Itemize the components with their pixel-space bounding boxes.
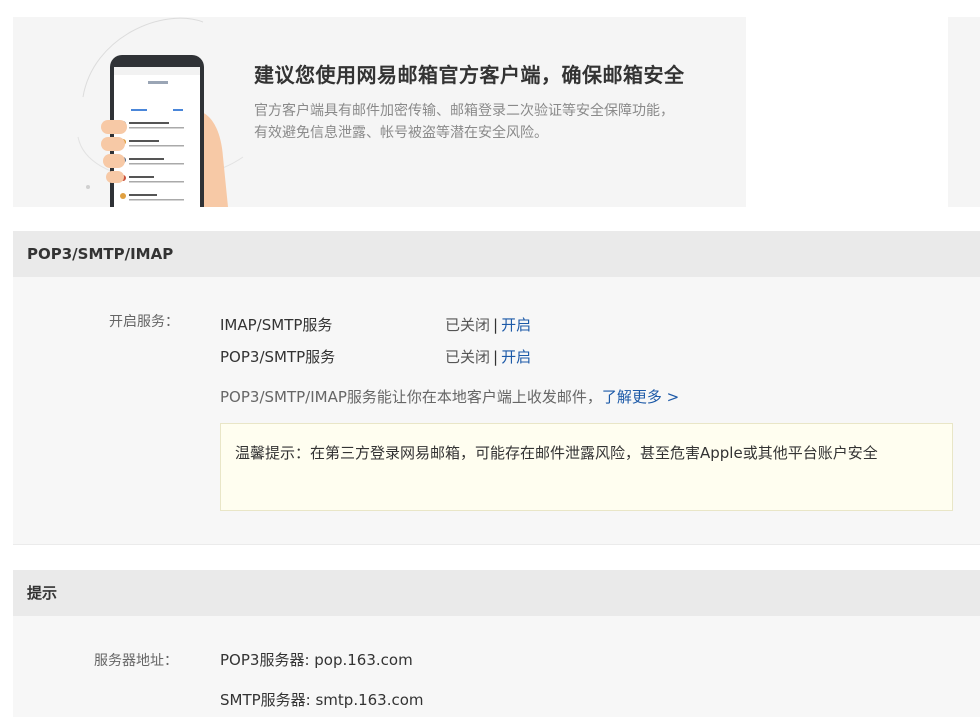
pop3-service-name: POP3/SMTP服务 [220,348,336,366]
pop3-status-text: 已关闭 [445,348,491,366]
client-promo-banner: 建议您使用网易邮箱官方客户端，确保邮箱安全 官方客户端具有邮件加密传输、邮箱登录… [13,17,746,207]
tips-section-body: 服务器地址： POP3服务器: pop.163.com SMTP服务器: smt… [13,616,980,717]
side-banner [948,17,980,207]
server-address-label: 服务器地址： [94,653,178,669]
enable-pop3-link[interactable]: 开启 [501,348,531,366]
enable-imap-link[interactable]: 开启 [501,316,531,334]
pop-section-header: POP3/SMTP/IMAP [13,231,980,277]
imap-status-text: 已关闭 [445,316,491,334]
separator: | [493,316,499,334]
pop3-server-address: POP3服务器: pop.163.com [220,651,413,669]
banner-title: 建议您使用网易邮箱官方客户端，确保邮箱安全 [254,63,685,87]
smtp-server-address: SMTP服务器: smtp.163.com [220,691,424,709]
imap-service-status: 已关闭 | 开启 [445,314,531,335]
learn-more-link[interactable]: 了解更多 > [602,388,679,406]
imap-service-name: IMAP/SMTP服务 [220,316,333,334]
phone-illustration-icon [77,17,244,207]
service-description-text: POP3/SMTP/IMAP服务能让你在本地客户端上收发邮件， [220,388,602,406]
pop3-service-status: 已关闭 | 开启 [445,346,531,367]
service-label: 开启服务： [109,314,179,330]
warning-notice: 温馨提示：在第三方登录网易邮箱，可能存在邮件泄露风险，甚至危害Apple或其他平… [220,423,953,511]
service-description: POP3/SMTP/IMAP服务能让你在本地客户端上收发邮件，了解更多 > [220,386,679,407]
banner-description: 官方客户端具有邮件加密传输、邮箱登录二次验证等安全保障功能，有效避免信息泄露、帐… [254,103,674,141]
tips-section-header: 提示 [13,570,980,616]
pop-section-body: 开启服务： IMAP/SMTP服务 已关闭 | 开启 POP3/SMTP服务 已关闭… [13,277,980,545]
separator: | [493,348,499,366]
